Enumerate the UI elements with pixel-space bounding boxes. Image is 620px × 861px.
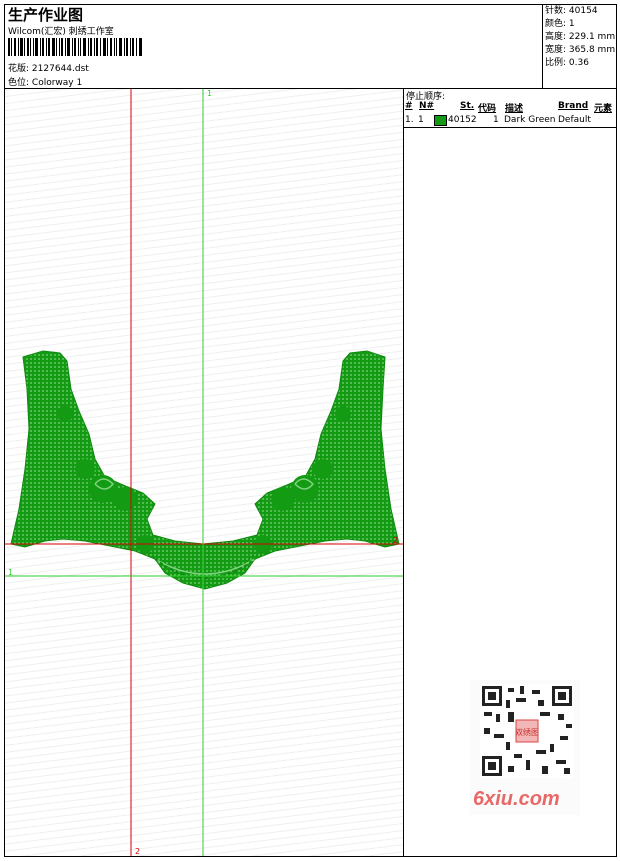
page-title: 生产作业图 <box>8 6 84 24</box>
row-index: 1. <box>405 115 414 125</box>
col-brand: Brand <box>558 101 589 111</box>
qr-code: 双绣图 <box>480 684 574 778</box>
col-description: 描述 <box>505 104 524 114</box>
row-brand: Default <box>558 115 591 125</box>
embroidery-preview: 1 1 2 2 <box>5 89 403 856</box>
watermark: 双绣图 6xiu.com <box>470 680 580 815</box>
design-canvas: 1 1 2 2 <box>5 89 404 856</box>
stat-colors: 颜色: 1 <box>545 19 575 29</box>
colorway-line: 色位: Colorway 1 <box>8 75 82 88</box>
color-swatch <box>434 115 447 126</box>
watermark-text: 6xiu.com <box>473 788 560 810</box>
col-element: 元素 <box>594 104 613 114</box>
design-line: 花版: 2127644.dst <box>8 61 89 74</box>
row-code: 1 <box>493 115 499 125</box>
design-value: 2127644.dst <box>31 64 89 74</box>
design-label: 花版: <box>8 64 30 74</box>
row-description: Dark Green <box>504 115 556 125</box>
green-vertical-label: 1 <box>207 89 212 98</box>
header: 生产作业图 Wilcom(汇宏) 刺绣工作室 花版: 2127644.dst 色… <box>4 4 617 89</box>
col-index: # <box>405 101 413 111</box>
colorway-label: 色位: <box>8 78 30 88</box>
col-needle: N# <box>419 101 435 111</box>
stat-scale: 比例: 0.36 <box>545 58 589 68</box>
studio-name: Wilcom(汇宏) 刺绣工作室 <box>8 27 114 37</box>
colorway-value: Colorway 1 <box>31 78 83 88</box>
red-horizontal-label: 2 <box>393 536 398 545</box>
stat-height: 高度: 229.1 mm <box>545 32 616 42</box>
barcode <box>8 38 142 56</box>
stats-panel: 针数: 40154 颜色: 1 高度: 229.1 mm 宽度: 365.8 m… <box>542 4 617 89</box>
row-needle: 1 <box>418 115 424 125</box>
col-stitches: St. <box>460 101 475 111</box>
red-vertical-label: 2 <box>135 847 140 856</box>
svg-text:双绣图: 双绣图 <box>515 727 539 737</box>
stat-stitches: 针数: 40154 <box>545 6 598 16</box>
embroidery-design <box>10 350 400 590</box>
row-stitches: 40152 <box>448 115 477 125</box>
table-divider <box>404 127 617 128</box>
green-horizontal-label: 1 <box>8 568 13 577</box>
stat-width: 宽度: 365.8 mm <box>545 45 616 55</box>
col-code: 代码 <box>478 104 497 114</box>
